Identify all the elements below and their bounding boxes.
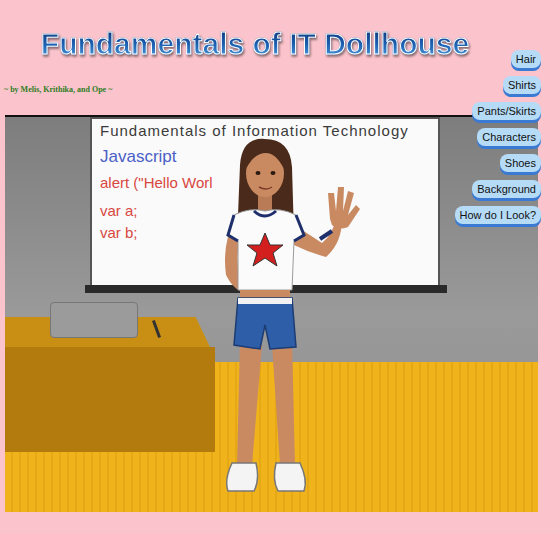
menu-button[interactable]: Shoes xyxy=(500,154,541,172)
scene: Fundamentals of Information TechnologyJa… xyxy=(5,115,538,512)
menu-button[interactable]: Hair xyxy=(511,50,541,68)
menu-button[interactable]: Characters xyxy=(477,128,541,146)
menu-button[interactable]: Shirts xyxy=(503,76,541,94)
header: Fundamentals of IT Dollhouse ~ by Melis, … xyxy=(0,0,560,115)
subtitle: ~ by Melis, Krithika, and Ope ~ xyxy=(0,84,560,96)
menu-button[interactable]: Pants/Skirts xyxy=(472,102,541,120)
menu-button[interactable]: How do I Look? xyxy=(455,206,541,224)
character-figure xyxy=(210,135,365,503)
menu-button[interactable]: Background xyxy=(472,180,541,198)
laptop xyxy=(50,302,138,338)
menu: Hair Shirts Pants/Skirts Characters Shoes Bac… xyxy=(455,50,541,224)
app: Fundamentals of IT Dollhouse ~ by Melis, … xyxy=(0,0,560,534)
whiteboard-text: Fundamentals of Information Technology xyxy=(100,121,438,141)
desk-front xyxy=(5,347,215,452)
title: Fundamentals of IT Dollhouse xyxy=(41,24,469,64)
